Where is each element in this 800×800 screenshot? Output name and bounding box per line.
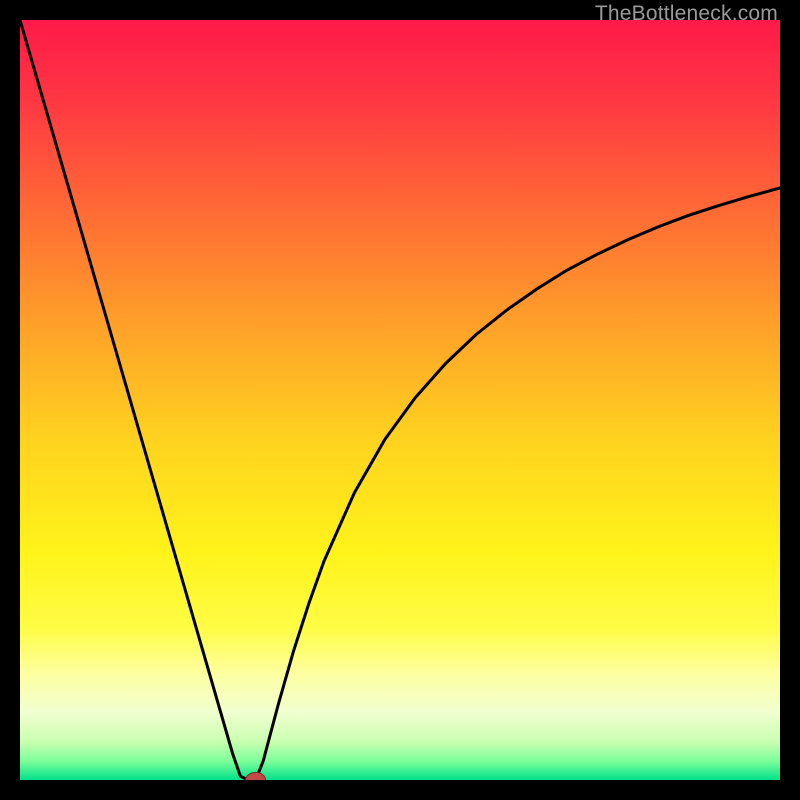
watermark-text: TheBottleneck.com bbox=[595, 2, 778, 26]
gradient-background bbox=[20, 20, 780, 780]
chart-frame bbox=[20, 20, 780, 780]
bottleneck-chart bbox=[20, 20, 780, 780]
